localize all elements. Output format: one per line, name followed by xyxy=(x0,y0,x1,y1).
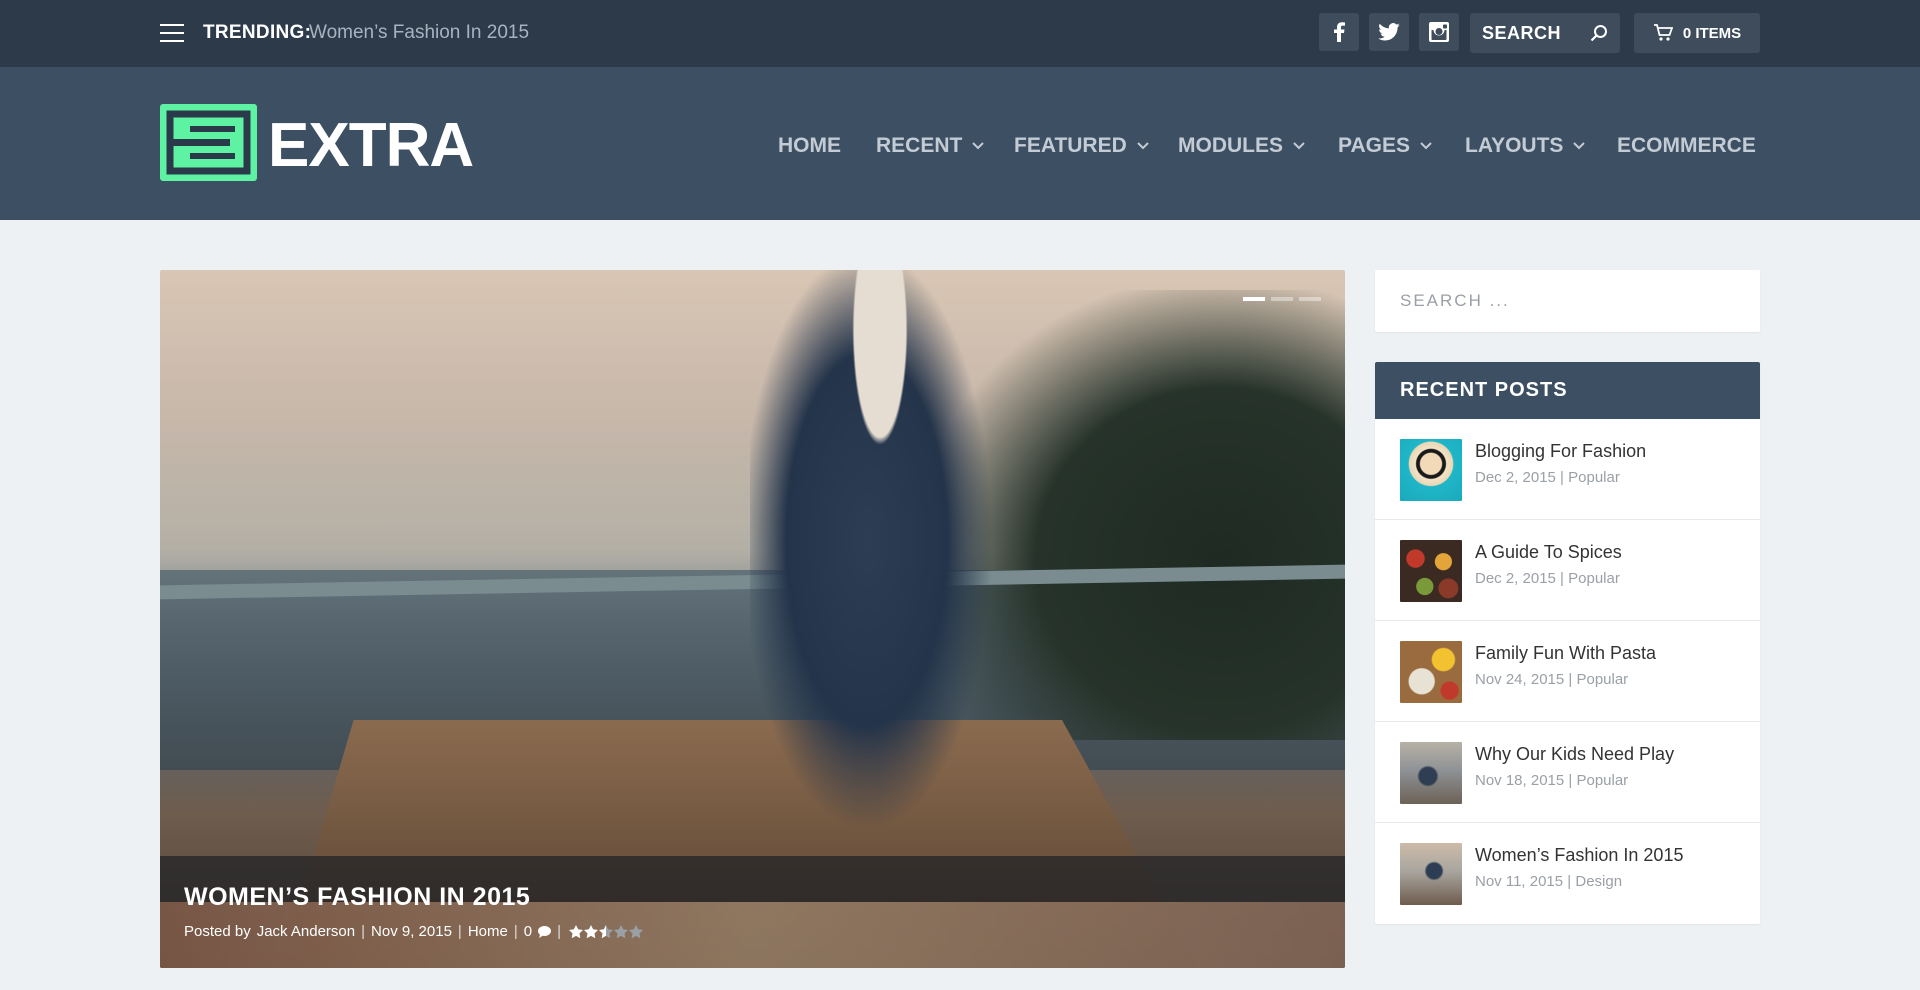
recent-posts-title: RECENT POSTS xyxy=(1375,362,1760,419)
cart-label: 0 ITEMS xyxy=(1682,24,1742,42)
post-category[interactable]: Design xyxy=(1575,873,1622,890)
post-date: Nov 9, 2015 xyxy=(371,923,452,940)
twitter-icon xyxy=(1378,23,1400,41)
recent-post-item[interactable]: Blogging For Fashion Dec 2, 2015 | Popul… xyxy=(1375,419,1760,520)
instagram-button[interactable] xyxy=(1419,13,1459,51)
meta-separator: | xyxy=(513,923,518,940)
star-empty-icon xyxy=(629,924,643,938)
nav-modules[interactable]: MODULES xyxy=(1178,131,1305,161)
chevron-down-icon xyxy=(1293,142,1305,150)
logo-mark xyxy=(160,104,257,181)
post-thumbnail[interactable] xyxy=(1400,439,1462,501)
slider-dot[interactable] xyxy=(1271,297,1293,301)
featured-slider[interactable]: WOMEN’S FASHION IN 2015 Posted by Jack A… xyxy=(160,270,1345,968)
recent-post-item[interactable]: Family Fun With Pasta Nov 24, 2015 | Pop… xyxy=(1375,621,1760,722)
chevron-down-icon xyxy=(972,142,985,150)
sidebar-search xyxy=(1375,270,1760,332)
post-date: Nov 18, 2015 xyxy=(1475,772,1565,789)
post-date: Nov 24, 2015 xyxy=(1475,671,1565,688)
nav-label: FEATURED xyxy=(1014,134,1127,157)
rating-stars xyxy=(569,924,643,939)
post-thumbnail[interactable] xyxy=(1400,843,1462,905)
slide-meta: Posted by Jack Anderson | Nov 9, 2015 | … xyxy=(184,923,643,940)
nav-label: ECOMMERCE xyxy=(1617,134,1756,157)
menu-icon[interactable] xyxy=(160,24,184,42)
nav-ecommerce[interactable]: ECOMMERCE xyxy=(1617,131,1756,161)
cart-icon xyxy=(1653,24,1673,41)
post-category[interactable]: Popular xyxy=(1568,570,1620,587)
chevron-down-icon xyxy=(1420,142,1432,150)
top-bar: TRENDING: Women’s Fashion In 2015 0 ITEM… xyxy=(0,0,1920,67)
top-search-input[interactable] xyxy=(1482,22,1582,44)
cart-button[interactable]: 0 ITEMS xyxy=(1634,13,1760,53)
site-header: EXTRA HOME RECENT FEATURED MODULES PAGES… xyxy=(0,67,1920,220)
post-thumbnail[interactable] xyxy=(1400,742,1462,804)
facebook-icon xyxy=(1334,22,1345,42)
posted-by-label: Posted by xyxy=(184,923,251,940)
slider-dots xyxy=(1243,297,1321,301)
comment-count[interactable]: 0 xyxy=(524,923,532,940)
sidebar-search-input[interactable] xyxy=(1400,288,1730,314)
featured-image-figure xyxy=(750,270,1010,870)
post-meta: Dec 2, 2015 | Popular xyxy=(1475,570,1620,587)
recent-post-item[interactable]: A Guide To Spices Dec 2, 2015 | Popular xyxy=(1375,520,1760,621)
nav-label: HOME xyxy=(778,134,841,157)
post-thumbnail[interactable] xyxy=(1400,641,1462,703)
post-category[interactable]: Popular xyxy=(1576,671,1628,688)
trending-link[interactable]: Women’s Fashion In 2015 xyxy=(309,22,529,44)
search-icon[interactable] xyxy=(1590,24,1608,42)
slider-dot[interactable] xyxy=(1243,297,1265,301)
recent-posts-widget: RECENT POSTS Blogging For Fashion Dec 2,… xyxy=(1375,362,1760,924)
post-title[interactable]: Why Our Kids Need Play xyxy=(1475,744,1674,765)
post-meta: Nov 18, 2015 | Popular xyxy=(1475,772,1629,789)
logo-text: EXTRA xyxy=(268,111,474,180)
post-title[interactable]: Family Fun With Pasta xyxy=(1475,643,1656,664)
post-meta: Nov 24, 2015 | Popular xyxy=(1475,671,1629,688)
meta-separator: | xyxy=(557,923,561,940)
post-title[interactable]: Blogging For Fashion xyxy=(1475,441,1646,462)
instagram-icon xyxy=(1429,22,1449,42)
star-full-icon xyxy=(584,924,598,938)
recent-post-item[interactable]: Women’s Fashion In 2015 Nov 11, 2015 | D… xyxy=(1375,823,1760,924)
post-meta: Dec 2, 2015 | Popular xyxy=(1475,469,1620,486)
logo-glyph-icon xyxy=(166,110,251,175)
nav-layouts[interactable]: LAYOUTS xyxy=(1465,131,1586,161)
post-date: Dec 2, 2015 xyxy=(1475,570,1556,587)
slide-caption: WOMEN’S FASHION IN 2015 Posted by Jack A… xyxy=(160,856,1345,968)
post-category[interactable]: Popular xyxy=(1568,469,1620,486)
nav-label: MODULES xyxy=(1178,134,1283,157)
nav-featured[interactable]: FEATURED xyxy=(1014,131,1149,161)
nav-home[interactable]: HOME xyxy=(778,131,841,161)
post-date: Nov 11, 2015 xyxy=(1475,873,1564,890)
chevron-down-icon xyxy=(1137,142,1149,150)
star-empty-icon xyxy=(614,924,628,938)
nav-label: RECENT xyxy=(876,134,963,157)
nav-label: LAYOUTS xyxy=(1465,134,1564,157)
slider-dot[interactable] xyxy=(1299,297,1321,301)
comment-icon xyxy=(538,925,552,938)
site-logo[interactable]: EXTRA xyxy=(160,104,474,184)
post-date: Dec 2, 2015 xyxy=(1475,469,1556,486)
meta-separator: | xyxy=(457,923,462,940)
post-meta: Nov 11, 2015 | Design xyxy=(1475,873,1623,890)
top-search xyxy=(1470,13,1620,53)
meta-separator: | xyxy=(361,923,366,940)
nav-label: PAGES xyxy=(1338,134,1410,157)
star-half-icon xyxy=(599,924,613,938)
trending-label: TRENDING: xyxy=(203,22,312,43)
post-category[interactable]: Popular xyxy=(1576,772,1628,789)
category-link[interactable]: Home xyxy=(468,923,508,940)
facebook-button[interactable] xyxy=(1319,13,1359,51)
nav-pages[interactable]: PAGES xyxy=(1338,131,1432,161)
slide-title[interactable]: WOMEN’S FASHION IN 2015 xyxy=(184,883,530,912)
chevron-down-icon xyxy=(1573,142,1586,150)
nav-recent[interactable]: RECENT xyxy=(876,131,985,161)
post-title[interactable]: Women’s Fashion In 2015 xyxy=(1475,845,1683,866)
post-title[interactable]: A Guide To Spices xyxy=(1475,542,1622,563)
recent-post-item[interactable]: Why Our Kids Need Play Nov 18, 2015 | Po… xyxy=(1375,722,1760,823)
star-full-icon xyxy=(569,924,583,938)
post-thumbnail[interactable] xyxy=(1400,540,1462,602)
twitter-button[interactable] xyxy=(1369,13,1409,51)
author-link[interactable]: Jack Anderson xyxy=(257,923,355,940)
